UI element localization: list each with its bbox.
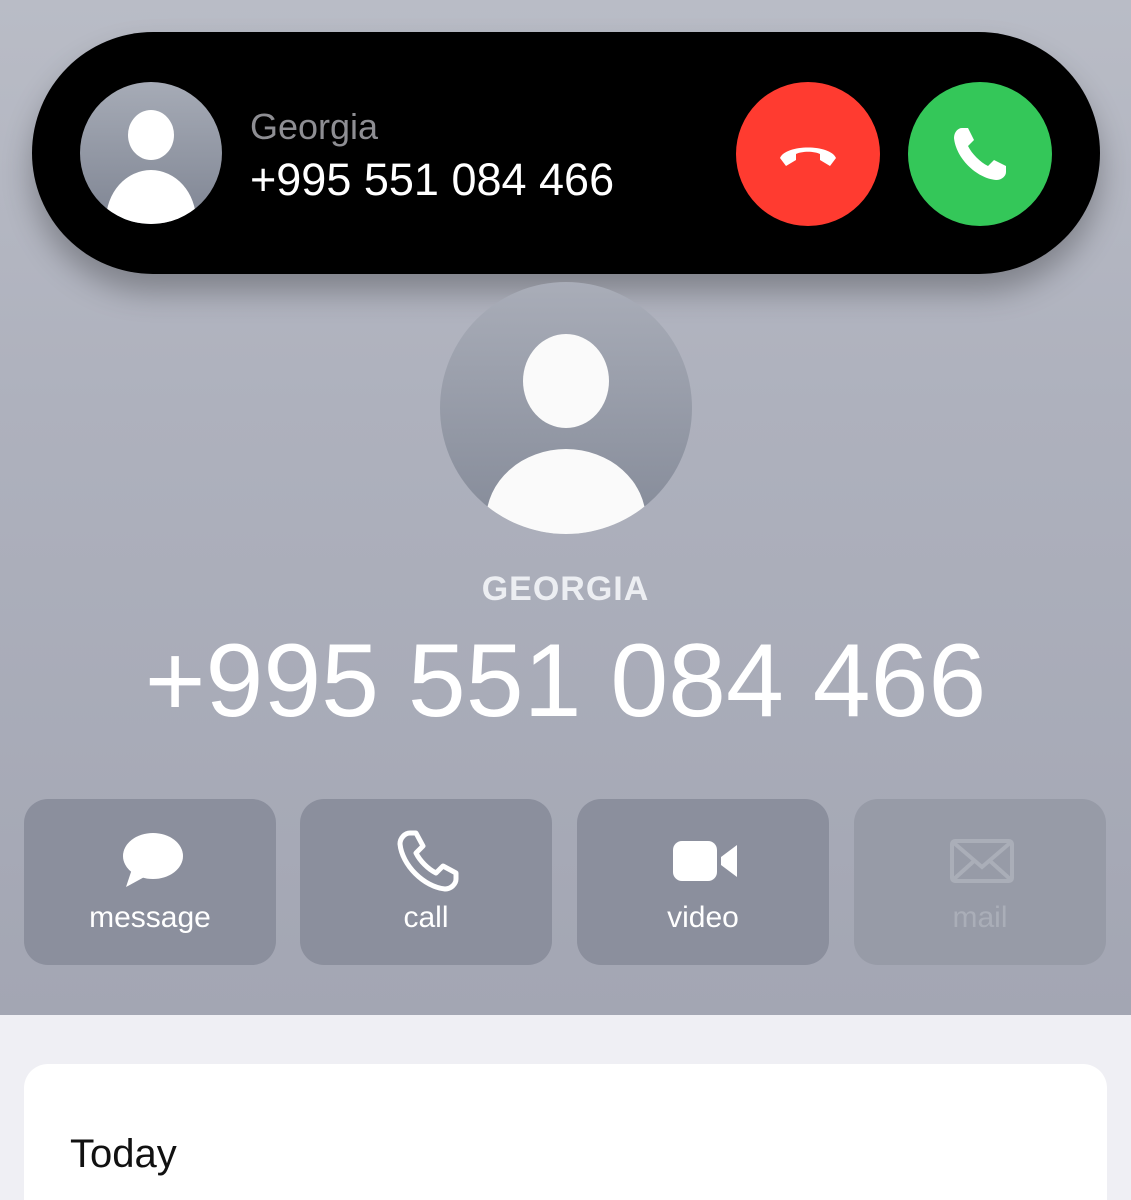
caller-label: Georgia <box>250 106 379 147</box>
message-button[interactable]: message <box>24 799 276 965</box>
call-history-card: Today <box>24 1064 1107 1200</box>
decline-call-button[interactable] <box>736 82 880 226</box>
person-head-icon <box>128 110 174 160</box>
phone-icon <box>397 830 459 892</box>
phone-hangup-icon <box>780 147 836 166</box>
person-body-icon <box>486 449 646 534</box>
call-label: call <box>403 901 449 934</box>
caller-avatar <box>80 82 222 224</box>
contact-label: GEORGIA <box>481 570 650 608</box>
video-camera-icon <box>673 841 737 881</box>
video-button[interactable]: video <box>577 799 829 965</box>
history-date-heading: Today <box>70 1132 177 1176</box>
incoming-call-banner[interactable]: Georgia +995 551 084 466 <box>32 32 1100 274</box>
person-head-icon <box>523 334 609 428</box>
contact-number[interactable]: +995 551 084 466 <box>0 622 1131 741</box>
caller-number: +995 551 084 466 <box>250 154 615 205</box>
speech-bubble-icon <box>123 833 183 887</box>
accept-call-button[interactable] <box>908 82 1052 226</box>
phone-icon <box>954 128 1006 180</box>
contact-avatar <box>440 282 692 534</box>
mail-label: mail <box>952 901 1008 934</box>
video-label: video <box>667 901 739 934</box>
message-label: message <box>89 901 211 934</box>
person-body-icon <box>106 170 196 224</box>
contact-screen: Georgia +995 551 084 466 GEORGIA +995 55… <box>0 0 1131 1200</box>
call-button[interactable]: call <box>300 799 552 965</box>
envelope-icon <box>950 839 1014 883</box>
mail-button: mail <box>854 799 1106 965</box>
